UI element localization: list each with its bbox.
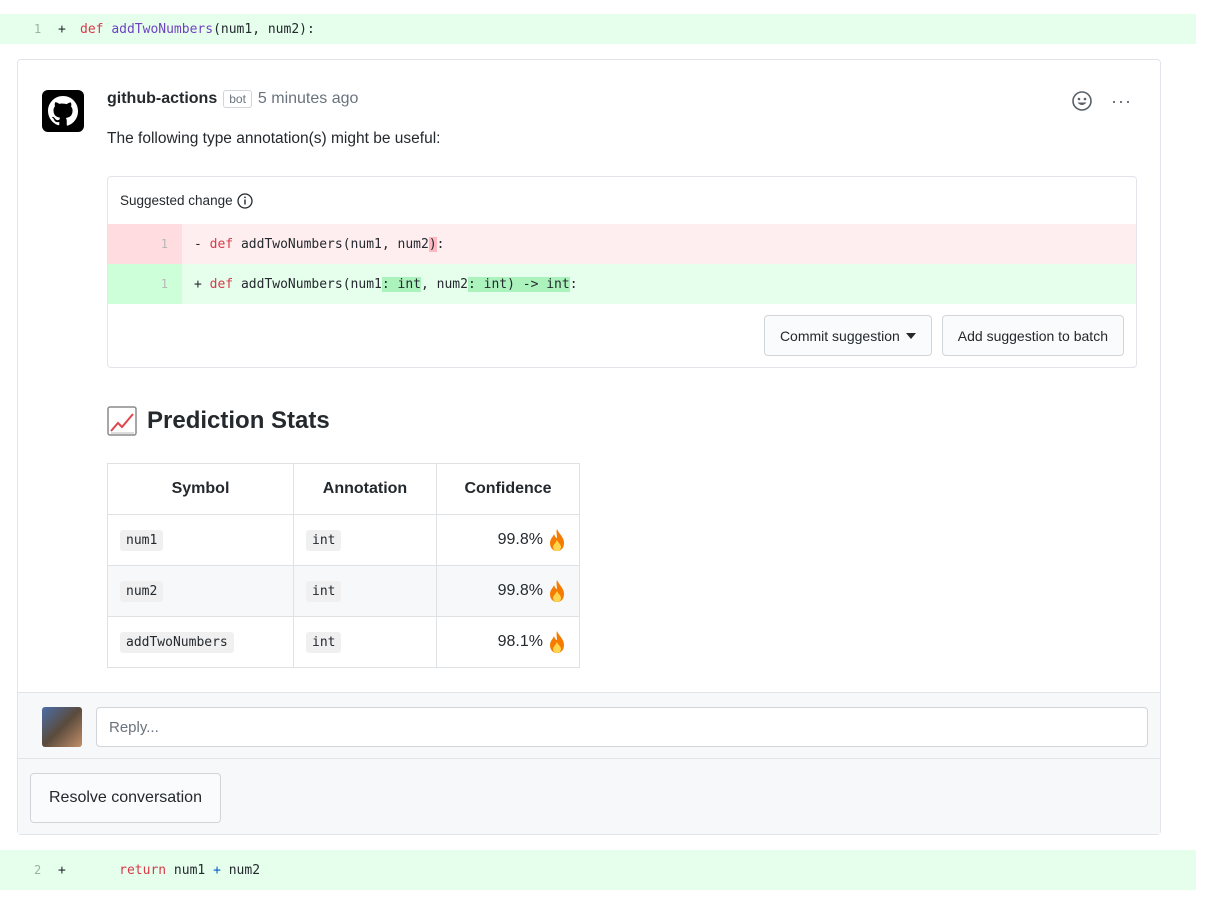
info-icon[interactable] bbox=[236, 192, 253, 209]
column-header-symbol: Symbol bbox=[107, 463, 294, 515]
code-text: , num2 bbox=[421, 276, 468, 292]
annotation-cell: int bbox=[293, 616, 437, 668]
review-comment-thread: github-actions bot 5 minutes ago ··· The… bbox=[17, 59, 1161, 835]
code-keyword: def bbox=[80, 21, 104, 37]
symbol-code: num1 bbox=[120, 530, 164, 551]
suggested-change-header: Suggested change bbox=[108, 177, 1136, 224]
prediction-stats-heading: Prediction Stats bbox=[107, 406, 330, 436]
comment-timestamp[interactable]: 5 minutes ago bbox=[258, 90, 359, 108]
reply-bar: Reply... bbox=[18, 692, 1160, 758]
added-highlight: : int) -> int bbox=[467, 276, 570, 292]
line-number[interactable]: 2 bbox=[0, 863, 58, 877]
table-row: num2 int 99.8% bbox=[107, 565, 580, 617]
fire-icon bbox=[550, 529, 564, 551]
symbol-cell: addTwoNumbers bbox=[107, 616, 294, 668]
resolve-conversation-button[interactable]: Resolve conversation bbox=[30, 773, 221, 823]
added-highlight: : int bbox=[381, 276, 421, 292]
comment-header: github-actions bot 5 minutes ago bbox=[107, 90, 358, 108]
code-keyword: def bbox=[209, 276, 234, 292]
column-header-confidence: Confidence bbox=[436, 463, 580, 515]
prediction-stats-table: Symbol Annotation Confidence num1 int 99… bbox=[107, 463, 580, 668]
resolve-bar: Resolve conversation bbox=[18, 758, 1160, 834]
code-text: : bbox=[569, 276, 578, 292]
diff-line-added-1: 1 + def addTwoNumbers (num1, num2): bbox=[0, 14, 1196, 44]
line-number: 1 bbox=[108, 224, 182, 264]
diff-sign: - bbox=[194, 236, 202, 252]
suggestion-added-line: 1 + def addTwoNumbers(num1: int, num2: i… bbox=[108, 264, 1136, 304]
confidence-value: 99.8% bbox=[497, 582, 543, 600]
annotation-code: int bbox=[306, 581, 342, 602]
diff-sign: + bbox=[58, 21, 66, 37]
fire-icon bbox=[550, 580, 564, 602]
code-keyword: def bbox=[209, 236, 234, 252]
annotation-code: int bbox=[306, 530, 342, 551]
line-number[interactable]: 1 bbox=[0, 22, 58, 36]
code-function: addTwoNumbers bbox=[111, 21, 214, 37]
github-logo-icon bbox=[48, 96, 78, 126]
add-suggestion-to-batch-button[interactable]: Add suggestion to batch bbox=[941, 315, 1124, 356]
confidence-cell: 99.8% bbox=[436, 565, 580, 617]
diff-sign: + bbox=[194, 276, 202, 292]
bot-badge: bot bbox=[223, 90, 252, 108]
code-operator: + bbox=[213, 862, 221, 878]
symbol-code: num2 bbox=[120, 581, 164, 602]
confidence-value: 99.8% bbox=[497, 531, 543, 549]
suggestion-actions: Commit suggestion Add suggestion to batc… bbox=[763, 315, 1124, 356]
diff-line-added-2: 2 + return num1 + num2 bbox=[0, 850, 1196, 890]
column-header-annotation: Annotation bbox=[293, 463, 437, 515]
commit-suggestion-label: Commit suggestion bbox=[779, 327, 900, 344]
code-text: addTwoNumbers(num1 bbox=[233, 276, 382, 292]
code-args: (num1, num2): bbox=[213, 21, 315, 37]
added-code: + def addTwoNumbers(num1: int, num2: int… bbox=[182, 276, 578, 292]
diff-sign: + bbox=[58, 862, 66, 878]
add-reaction-icon[interactable] bbox=[1071, 90, 1093, 112]
code-keyword: return bbox=[119, 862, 167, 878]
annotation-cell: int bbox=[293, 565, 437, 617]
github-bot-avatar[interactable] bbox=[42, 90, 84, 132]
removed-highlight: ) bbox=[428, 236, 437, 252]
symbol-cell: num1 bbox=[107, 514, 294, 566]
confidence-cell: 98.1% bbox=[436, 616, 580, 668]
user-avatar[interactable] bbox=[42, 707, 82, 747]
symbol-cell: num2 bbox=[107, 565, 294, 617]
prediction-stats-title: Prediction Stats bbox=[147, 407, 330, 434]
chart-increasing-icon bbox=[107, 406, 137, 436]
caret-down-icon bbox=[905, 332, 916, 339]
code-text: num2 bbox=[220, 862, 261, 878]
fire-icon bbox=[550, 631, 564, 653]
annotation-code: int bbox=[306, 632, 342, 653]
code-text: addTwoNumbers(num1, num2 bbox=[233, 236, 429, 252]
comment-author[interactable]: github-actions bbox=[107, 90, 217, 108]
confidence-value: 98.1% bbox=[497, 633, 543, 651]
confidence-cell: 99.8% bbox=[436, 514, 580, 566]
table-row: num1 int 99.8% bbox=[107, 514, 580, 566]
suggested-change-box: Suggested change 1 - def addTwoNumbers(n… bbox=[107, 176, 1137, 368]
annotation-cell: int bbox=[293, 514, 437, 566]
table-row: addTwoNumbers int 98.1% bbox=[107, 616, 580, 668]
suggestion-deleted-line: 1 - def addTwoNumbers(num1, num2): bbox=[108, 224, 1136, 264]
code-text: : bbox=[436, 236, 445, 252]
deleted-code: - def addTwoNumbers(num1, num2): bbox=[182, 236, 445, 252]
comment-actions: ··· bbox=[1071, 90, 1132, 112]
line-number: 1 bbox=[108, 264, 182, 304]
comment-body: The following type annotation(s) might b… bbox=[107, 130, 441, 147]
more-options-icon[interactable]: ··· bbox=[1111, 91, 1132, 112]
suggested-change-label: Suggested change bbox=[120, 193, 233, 208]
code-text: num1 bbox=[166, 862, 214, 878]
reply-input[interactable]: Reply... bbox=[96, 707, 1148, 747]
symbol-code: addTwoNumbers bbox=[120, 632, 234, 653]
commit-suggestion-button[interactable]: Commit suggestion bbox=[763, 315, 932, 356]
